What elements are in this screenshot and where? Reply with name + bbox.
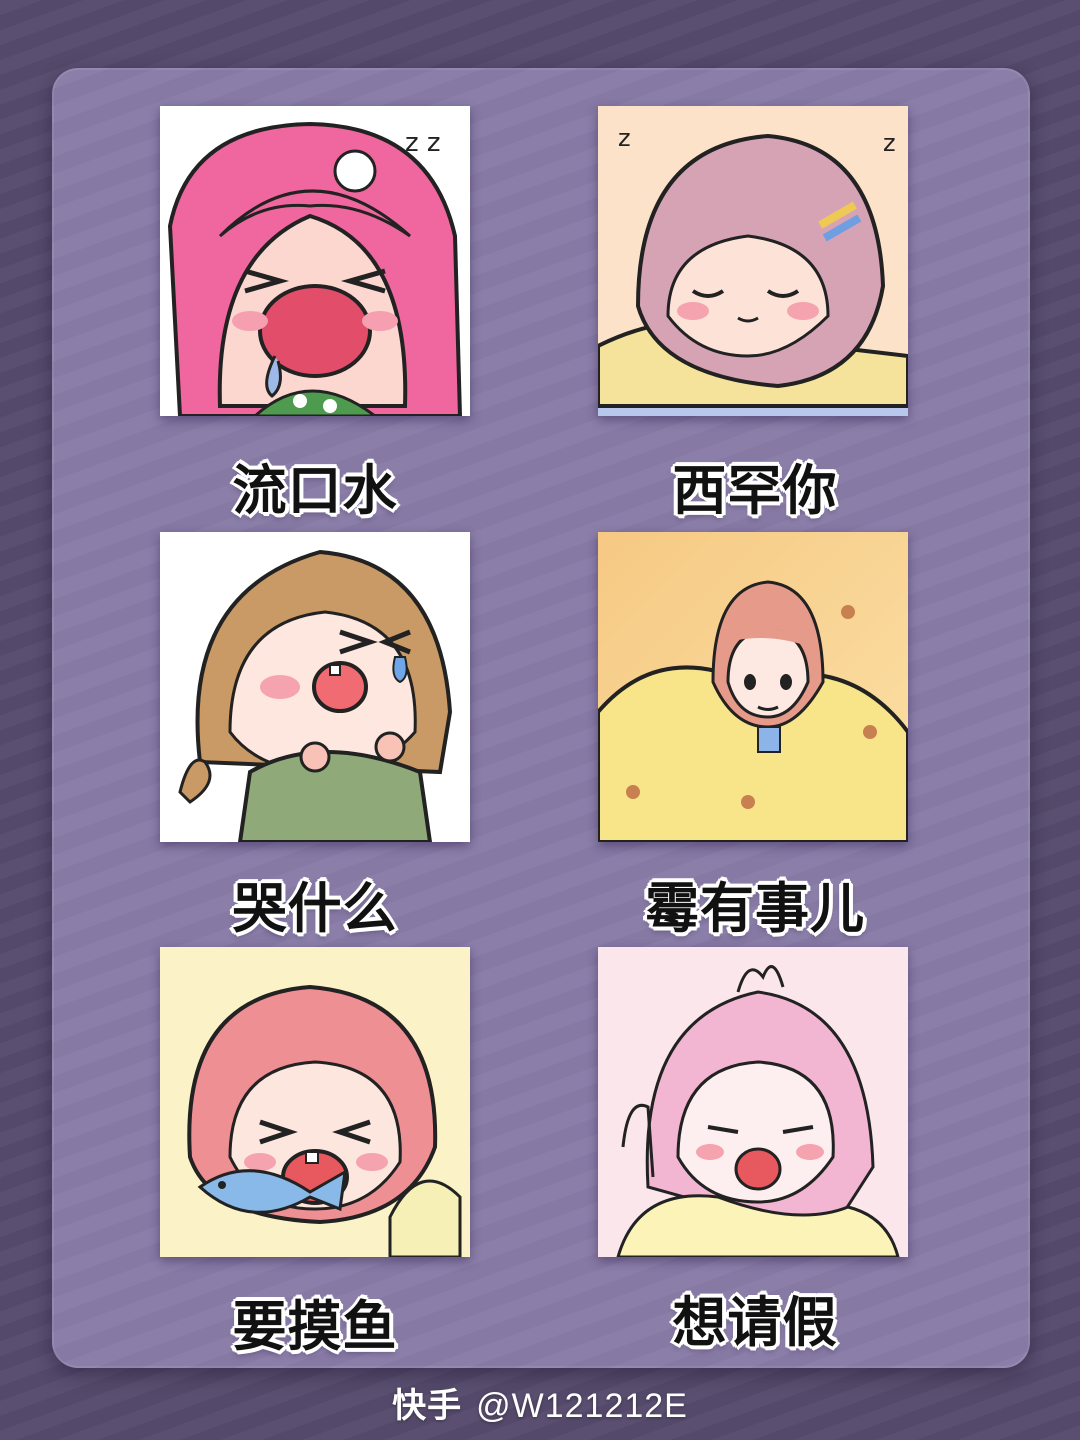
sticker-caption-2: 西罕你	[672, 459, 838, 522]
svg-text:z: z	[618, 124, 631, 152]
sticker-image-drool[interactable]: z z	[160, 106, 470, 416]
sticker-image-sleep[interactable]: z z	[598, 106, 908, 416]
sticker-caption-5: 要摸鱼	[232, 1295, 398, 1358]
fish-girl-illustration	[160, 947, 470, 1257]
yawning-girl-illustration	[598, 947, 908, 1257]
author-handle: @W121212E	[476, 1387, 688, 1425]
sticker-image-cry[interactable]	[160, 532, 470, 842]
sticker-image-fish[interactable]	[160, 947, 470, 1257]
svg-text:z: z	[883, 129, 896, 157]
crying-girl-illustration	[160, 532, 470, 842]
sticker-image-blanket[interactable]	[598, 532, 908, 842]
drooling-girl-illustration: z z	[160, 106, 470, 416]
svg-text:z z: z z	[405, 128, 441, 158]
sticker-caption-1: 流口水	[232, 459, 398, 522]
sticker-image-yawn[interactable]	[598, 947, 908, 1257]
sticker-caption-3: 哭什么	[232, 877, 398, 940]
blanket-girl-illustration	[598, 532, 908, 842]
platform-name: 快手	[392, 1387, 463, 1425]
sticker-caption-4: 霉有事儿	[645, 877, 865, 940]
watermark-footer: 快手 @W121212E	[0, 1378, 1080, 1427]
sleeping-girl-illustration: z z	[598, 106, 908, 416]
sticker-caption-6: 想请假	[672, 1291, 838, 1354]
